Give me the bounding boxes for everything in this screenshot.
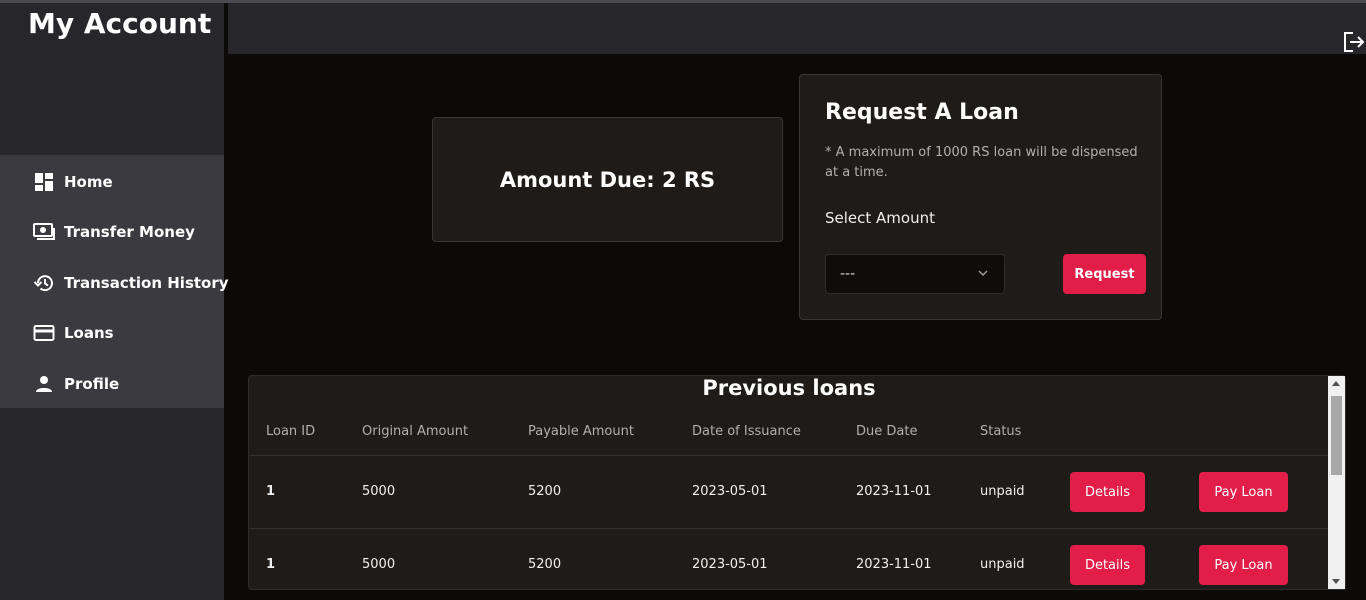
amount-select-value: ---	[840, 266, 856, 282]
sidebar-item-profile[interactable]: Profile	[0, 359, 224, 409]
previous-loans-title: Previous loans	[702, 376, 876, 400]
sidebar-title: My Account	[28, 7, 212, 40]
original-amount-cell: 5000	[362, 557, 396, 572]
details-button[interactable]: Details	[1070, 472, 1145, 512]
loan-limit-note: * A maximum of 1000 RS loan will be disp…	[825, 145, 1138, 180]
sidebar: My Account Home Transfer Money Transacti…	[0, 3, 229, 600]
select-amount-label: Select Amount	[825, 209, 935, 227]
payable-amount-cell: 5200	[528, 484, 562, 499]
scroll-down-arrow[interactable]	[1332, 579, 1340, 584]
sidebar-item-label: Profile	[64, 375, 120, 393]
amount-due-card: Amount Due: 2 RS	[432, 117, 783, 242]
payable-amount-cell: 5200	[528, 557, 562, 572]
sidebar-item-label: Home	[64, 173, 113, 191]
credit-card-icon	[33, 322, 55, 344]
previous-loans-scrollbar[interactable]	[1328, 376, 1345, 589]
due-date-cell: 2023-11-01	[856, 557, 932, 572]
column-header-date-of-issuance: Date of Issuance	[692, 424, 801, 439]
sidebar-nav: Home Transfer Money Transaction History …	[0, 155, 229, 409]
request-loan-card: Request A Loan * A maximum of 1000 RS lo…	[799, 74, 1162, 320]
column-header-payable-amount: Payable Amount	[528, 424, 634, 439]
issuance-date-cell: 2023-05-01	[692, 484, 768, 499]
loan-id-cell: 1	[266, 484, 276, 499]
sidebar-item-transaction-history[interactable]: Transaction History	[0, 258, 229, 308]
pay-loan-button[interactable]: Pay Loan	[1199, 472, 1288, 512]
due-date-cell: 2023-11-01	[856, 484, 932, 499]
details-button[interactable]: Details	[1070, 545, 1145, 585]
sidebar-item-home[interactable]: Home	[0, 157, 224, 207]
logout-icon[interactable]	[1342, 30, 1366, 54]
money-icon	[33, 221, 55, 243]
amount-due-text: Amount Due: 2 RS	[499, 167, 716, 192]
table-row: 1 5000 5200 2023-05-01 2023-11-01 unpaid…	[249, 455, 1329, 528]
column-header-due-date: Due Date	[856, 424, 918, 439]
pay-loan-button[interactable]: Pay Loan	[1199, 545, 1288, 585]
person-icon	[33, 373, 55, 395]
request-button[interactable]: Request	[1063, 254, 1146, 294]
request-loan-title: Request A Loan	[825, 100, 1019, 125]
sidebar-item-label: Transfer Money	[64, 223, 195, 241]
sidebar-item-loans[interactable]: Loans	[0, 308, 224, 358]
original-amount-cell: 5000	[362, 484, 396, 499]
amount-select[interactable]: ---	[825, 254, 1005, 294]
dashboard-icon	[33, 171, 55, 193]
table-row: 1 5000 5200 2023-05-01 2023-11-01 unpaid…	[249, 528, 1329, 589]
sidebar-item-transfer-money[interactable]: Transfer Money	[0, 207, 224, 257]
chevron-down-icon	[978, 270, 988, 277]
previous-loans-panel: Previous loans Loan ID Original Amount P…	[248, 375, 1346, 590]
history-icon	[33, 272, 55, 294]
column-header-original-amount: Original Amount	[362, 424, 469, 439]
status-cell: unpaid	[980, 484, 1025, 499]
column-header-loan-id: Loan ID	[266, 424, 316, 439]
sidebar-item-label: Loans	[64, 324, 114, 342]
top-header	[228, 3, 1366, 54]
sidebar-item-label: Transaction History	[64, 274, 229, 292]
scrollbar-thumb[interactable]	[1331, 396, 1342, 475]
loan-id-cell: 1	[266, 557, 276, 572]
issuance-date-cell: 2023-05-01	[692, 557, 768, 572]
column-header-status: Status	[980, 424, 1022, 439]
scroll-up-arrow[interactable]	[1332, 381, 1340, 386]
status-cell: unpaid	[980, 557, 1025, 572]
